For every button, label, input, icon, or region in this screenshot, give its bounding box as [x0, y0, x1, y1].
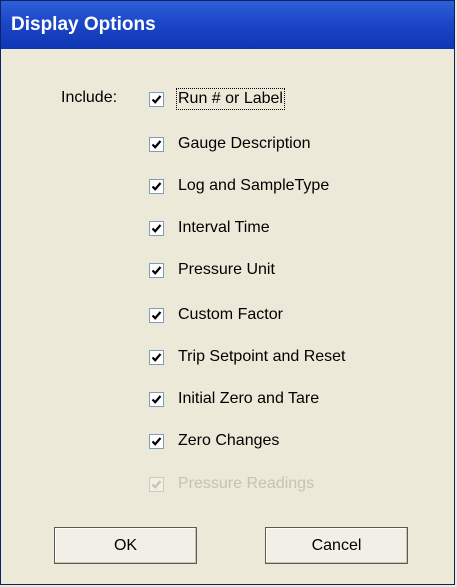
option-label: Pressure Readings	[178, 475, 315, 492]
checkbox[interactable]	[149, 349, 164, 365]
option-gauge-description[interactable]: Gauge Description	[149, 134, 311, 154]
checkbox[interactable]	[149, 178, 164, 194]
option-label: Zero Changes	[178, 432, 280, 449]
checkbox[interactable]	[149, 220, 164, 236]
checkbox[interactable]	[149, 307, 164, 323]
dialog-content: Include: Run # or Label Gauge Descriptio…	[1, 49, 454, 586]
option-zero-changes[interactable]: Zero Changes	[149, 431, 279, 451]
checkmark-icon	[151, 181, 162, 191]
checkbox	[149, 476, 164, 492]
option-label: Custom Factor	[178, 306, 283, 323]
checkbox[interactable]	[149, 391, 164, 407]
option-pressure-unit[interactable]: Pressure Unit	[149, 260, 275, 280]
ok-button[interactable]: OK	[54, 527, 197, 564]
checkmark-icon	[151, 479, 162, 489]
option-label: Pressure Unit	[178, 261, 275, 278]
option-label: Gauge Description	[178, 135, 311, 152]
checkmark-icon	[151, 223, 162, 233]
option-log-and-sampletype[interactable]: Log and SampleType	[149, 176, 329, 196]
checkbox[interactable]	[149, 262, 164, 278]
cancel-button[interactable]: Cancel	[265, 527, 408, 564]
option-custom-factor[interactable]: Custom Factor	[149, 305, 283, 325]
dialog-title: Display Options	[1, 1, 454, 49]
option-label: Trip Setpoint and Reset	[178, 348, 346, 365]
display-options-dialog: Display Options Include: Run # or Label …	[0, 0, 455, 585]
checkbox[interactable]	[149, 433, 164, 449]
checkbox[interactable]	[149, 91, 164, 107]
option-interval-time[interactable]: Interval Time	[149, 218, 270, 238]
option-label: Initial Zero and Tare	[178, 390, 320, 407]
checkmark-icon	[151, 310, 162, 320]
option-run-or-label[interactable]: Run # or Label	[149, 88, 285, 110]
checkmark-icon	[151, 436, 162, 446]
checkmark-icon	[151, 139, 162, 149]
option-label: Interval Time	[178, 219, 270, 236]
checkmark-icon	[151, 265, 162, 275]
checkmark-icon	[151, 94, 162, 104]
checkbox[interactable]	[149, 136, 164, 152]
option-label: Run # or Label	[176, 88, 285, 110]
option-pressure-readings: Pressure Readings	[149, 474, 314, 494]
option-initial-zero-and-tare[interactable]: Initial Zero and Tare	[149, 389, 319, 409]
option-label: Log and SampleType	[178, 177, 330, 194]
include-label: Include:	[61, 89, 118, 106]
checkmark-icon	[151, 394, 162, 404]
option-trip-setpoint-and-reset[interactable]: Trip Setpoint and Reset	[149, 347, 346, 367]
checkmark-icon	[151, 352, 162, 362]
